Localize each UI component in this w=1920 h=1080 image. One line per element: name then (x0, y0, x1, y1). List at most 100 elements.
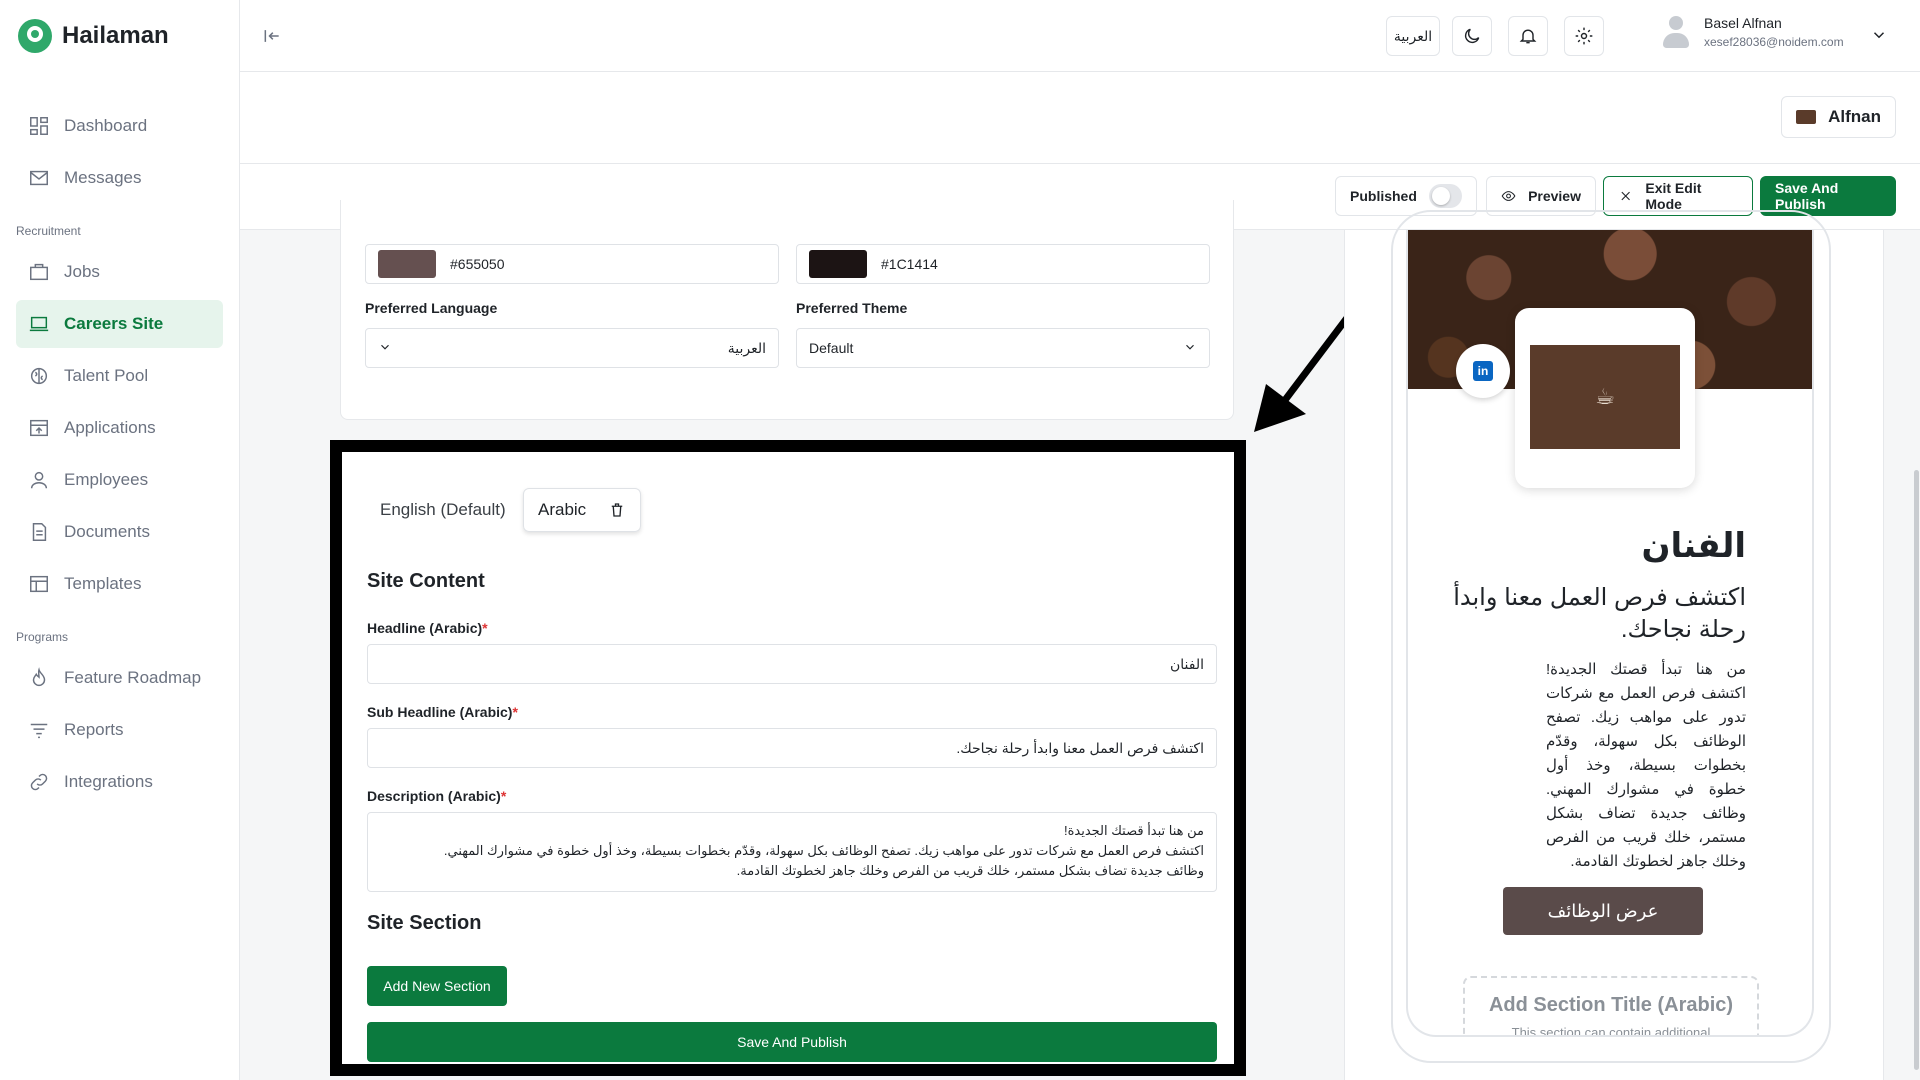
preview-label: Preview (1528, 188, 1581, 204)
sidebar-item-messages[interactable]: Messages (16, 154, 223, 202)
notifications-button[interactable] (1508, 16, 1548, 56)
linkedin-icon: in (1473, 361, 1493, 381)
sidebar-item-applications[interactable]: Applications (16, 404, 223, 452)
site-section-title: Site Section (367, 912, 482, 934)
topbar: العربية Basel Alfnan xesef28036@noidem.c… (240, 0, 1920, 72)
sidebar: Hailaman Dashboard Messages Recruitment … (0, 0, 240, 1080)
sidebar-item-label: Careers Site (64, 314, 164, 333)
save-and-publish-bottom-button[interactable]: Save And Publish (367, 1022, 1217, 1062)
company-logo-card: ☕ (1515, 308, 1695, 488)
sidebar-item-label: Integrations (64, 772, 153, 791)
user-menu[interactable]: Basel Alfnan xesef28036@noidem.com (1660, 14, 1844, 50)
secondary-color-value: #1C1414 (881, 256, 938, 272)
description-textarea[interactable]: من هنا تبدأ قصتك الجديدة! اكتشف فرص العم… (367, 812, 1217, 892)
company-name: Alfnan (1828, 107, 1881, 126)
sidebar-item-label: Reports (64, 720, 124, 739)
sidebar-item-employees[interactable]: Employees (16, 456, 223, 504)
sidebar-item-careers-site[interactable]: Careers Site (16, 300, 223, 348)
preferred-theme-select[interactable]: Default (796, 328, 1210, 368)
sidebar-item-label: Feature Roadmap (64, 668, 202, 687)
mail-icon (28, 167, 50, 189)
brand-logo-icon (18, 19, 52, 53)
phone-screen: ☕ in الفنان اكتشف فرص العمل معنا وابدأ ر… (1406, 230, 1814, 1037)
sidebar-item-jobs[interactable]: Jobs (16, 248, 223, 296)
sidebar-item-integrations[interactable]: Integrations (16, 758, 223, 806)
sidebar-item-label: Employees (64, 470, 149, 489)
nav-group-title: Programs (16, 630, 69, 644)
user-icon (28, 469, 50, 491)
primary-color-field[interactable]: #655050 (365, 244, 779, 284)
gear-icon (1575, 27, 1593, 45)
sidebar-item-label: Documents (64, 522, 150, 541)
add-section-placeholder[interactable]: Add Section Title (Arabic) This section … (1463, 976, 1759, 1037)
sidebar-item-label: Dashboard (64, 116, 148, 135)
trash-icon[interactable] (608, 501, 626, 519)
language-button[interactable]: العربية (1386, 16, 1440, 56)
tab-english[interactable]: English (Default) (380, 488, 506, 532)
dashboard-icon (28, 115, 50, 137)
preview-title: الفنان (1641, 527, 1746, 565)
view-jobs-button[interactable]: عرض الوظائف (1503, 887, 1703, 935)
link-icon (28, 771, 50, 793)
brand-name: Hailaman (62, 22, 169, 49)
sidebar-item-talent-pool[interactable]: Talent Pool (16, 352, 223, 400)
user-name: Basel Alfnan (1704, 15, 1782, 31)
sidebar-item-dashboard[interactable]: Dashboard (16, 102, 223, 150)
dark-mode-button[interactable] (1452, 16, 1492, 56)
sidebar-item-label: Templates (64, 574, 142, 593)
arabic-content-editor: English (Default) Arabic Site Content He… (330, 440, 1246, 1076)
brand[interactable]: Hailaman (0, 0, 239, 72)
sidebar-item-reports[interactable]: Reports (16, 706, 223, 754)
published-label: Published (1350, 188, 1417, 204)
preferred-language-select[interactable]: العربية (365, 328, 779, 368)
sidebar-item-feature-roadmap[interactable]: Feature Roadmap (16, 654, 223, 702)
linkedin-button[interactable]: in (1456, 344, 1510, 398)
close-icon (1621, 191, 1630, 201)
preview-scrollbar[interactable] (1914, 470, 1919, 1070)
sidebar-item-label: Talent Pool (64, 366, 149, 385)
tab-arabic[interactable]: Arabic (523, 488, 642, 532)
company-logo-icon (1796, 110, 1817, 124)
section-placeholder-desc: This section can contain additional (1511, 1025, 1711, 1037)
bell-icon (1519, 29, 1537, 44)
sidebar-item-label: Messages (64, 168, 142, 187)
exit-label: Exit Edit Mode (1645, 180, 1702, 212)
subheadline-input[interactable]: اكتشف فرص العمل معنا وابدأ رحلة نجاحك. (367, 728, 1217, 768)
secondary-color-swatch[interactable] (809, 250, 867, 278)
preferred-language-label: Preferred Language (365, 300, 498, 316)
moon-icon (1464, 28, 1480, 44)
sidebar-item-documents[interactable]: Documents (16, 508, 223, 556)
description-label: Description (Arabic)* (367, 788, 507, 804)
section-placeholder-title: Add Section Title (Arabic) (1488, 994, 1734, 1016)
site-settings-card: #655050 #1C1414 Preferred Language Prefe… (340, 200, 1234, 420)
site-content-title: Site Content (367, 570, 485, 592)
preview-subtitle: اكتشف فرص العمل معنا وابدأ رحلة نجاحك. (1453, 584, 1746, 643)
chevron-down-icon (378, 340, 392, 357)
settings-button[interactable] (1564, 16, 1604, 56)
document-icon (28, 521, 50, 543)
company-selector[interactable]: Alfnan (1781, 96, 1896, 138)
secondary-color-field[interactable]: #1C1414 (796, 244, 1210, 284)
laptop-icon (28, 313, 50, 335)
preferred-theme-value: Default (809, 340, 854, 356)
inbox-icon (28, 417, 50, 439)
primary-color-swatch[interactable] (378, 250, 436, 278)
collapse-sidebar-icon[interactable] (262, 26, 282, 46)
flame-icon (28, 667, 50, 689)
company-header: Alfnan (240, 72, 1920, 164)
preferred-theme-label: Preferred Theme (796, 300, 908, 316)
avatar (1660, 14, 1692, 50)
filter-icon (28, 719, 50, 741)
sidebar-item-templates[interactable]: Templates (16, 560, 223, 608)
headline-input[interactable]: الفنان (367, 644, 1217, 684)
nav-group-title: Recruitment (16, 224, 81, 238)
tab-arabic-label: Arabic (538, 500, 587, 519)
primary-color-value: #655050 (450, 256, 505, 272)
preview-description: من هنا تبدأ قصتك الجديدة! اكتشف فرص العم… (1546, 661, 1746, 870)
sidebar-item-label: Applications (64, 418, 156, 437)
add-new-section-button[interactable]: Add New Section (367, 966, 507, 1006)
toggle-switch[interactable] (1428, 184, 1462, 208)
chevron-down-icon[interactable] (1870, 26, 1888, 44)
preferred-language-value: العربية (727, 339, 766, 356)
headline-label: Headline (Arabic)* (367, 620, 488, 636)
